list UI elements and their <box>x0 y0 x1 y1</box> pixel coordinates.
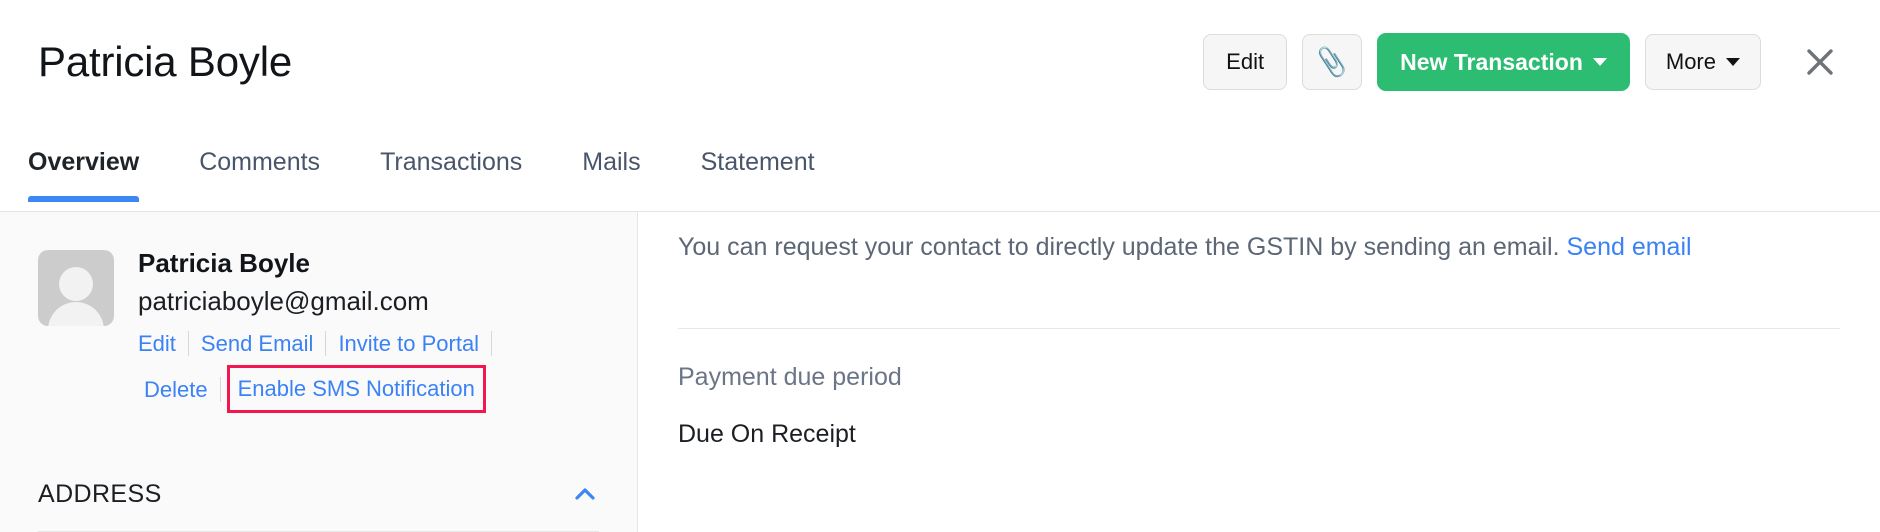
page-header: Patricia Boyle Edit 📎 New Transaction Mo… <box>0 0 1880 124</box>
address-collapse-toggle[interactable] <box>571 481 599 509</box>
contact-actions-row-1: Edit Send Email Invite to Portal <box>138 327 493 360</box>
link-separator <box>491 331 493 357</box>
page-body: Patricia Boyle patriciaboyle@gmail.com E… <box>0 212 1880 532</box>
tab-statement[interactable]: Statement <box>701 124 815 199</box>
tab-comments[interactable]: Comments <box>199 124 320 199</box>
link-enable-sms-notification[interactable]: Enable SMS Notification <box>238 372 475 405</box>
avatar-head-shape <box>59 267 93 301</box>
paperclip-icon: 📎 <box>1313 44 1351 80</box>
tab-bar: Overview Comments Transactions Mails Sta… <box>0 124 1880 212</box>
more-button-label: More <box>1665 49 1716 74</box>
tab-overview-label: Overview <box>28 148 140 176</box>
new-transaction-label: New Transaction <box>1400 48 1583 75</box>
header-actions: Edit 📎 New Transaction More <box>1203 33 1842 91</box>
tab-mails-label: Mails <box>582 148 641 176</box>
tab-mails[interactable]: Mails <box>582 124 640 199</box>
link-invite-to-portal[interactable]: Invite to Portal <box>326 327 491 360</box>
enable-sms-notification-highlight: Enable SMS Notification <box>226 365 486 414</box>
contact-actions-row-2: Delete Enable SMS Notification <box>138 365 492 414</box>
tab-statement-label: Statement <box>700 148 815 176</box>
payment-due-period-value: Due On Receipt <box>678 420 856 448</box>
attachment-button[interactable]: 📎 <box>1302 34 1363 90</box>
more-button[interactable]: More <box>1644 34 1761 90</box>
contact-sidebar: Patricia Boyle patriciaboyle@gmail.com E… <box>0 212 638 532</box>
contact-details-panel: You can request your contact to directly… <box>638 212 1880 532</box>
tab-transactions-label: Transactions <box>380 148 523 176</box>
edit-button-label: Edit <box>1226 49 1265 74</box>
tab-overview[interactable]: Overview <box>28 124 140 202</box>
contact-info: Patricia Boyle patriciaboyle@gmail.com E… <box>138 244 493 414</box>
chevron-down-icon <box>1592 58 1607 66</box>
edit-button[interactable]: Edit <box>1203 34 1288 90</box>
tab-comments-label: Comments <box>199 148 321 176</box>
address-section: ADDRESS <box>0 480 637 532</box>
link-separator <box>219 376 221 402</box>
contact-card: Patricia Boyle patriciaboyle@gmail.com E… <box>0 212 637 414</box>
avatar-body-shape <box>48 302 104 326</box>
new-transaction-button[interactable]: New Transaction <box>1377 33 1630 91</box>
close-button[interactable] <box>1798 40 1842 84</box>
payment-due-period-label: Payment due period <box>678 363 902 391</box>
link-send-email[interactable]: Send Email <box>189 327 326 360</box>
page-title: Patricia Boyle <box>38 38 292 85</box>
payment-due-period-field: Payment due period Due On Receipt <box>678 360 902 452</box>
section-divider <box>678 328 1840 329</box>
contact-detail-page: Patricia Boyle Edit 📎 New Transaction Mo… <box>0 0 1880 532</box>
contact-name: Patricia Boyle <box>138 248 310 278</box>
address-section-label: ADDRESS <box>38 480 162 508</box>
address-section-header[interactable]: ADDRESS <box>38 480 599 532</box>
close-icon <box>1807 49 1833 75</box>
gstin-note-text: You can request your contact to directly… <box>678 233 1560 261</box>
avatar <box>38 250 114 326</box>
chevron-down-icon <box>1726 58 1740 66</box>
tab-transactions[interactable]: Transactions <box>380 124 522 199</box>
chevron-up-icon <box>575 487 595 500</box>
gstin-send-email-link[interactable]: Send email <box>1566 233 1691 261</box>
gstin-note: You can request your contact to directly… <box>678 230 1840 265</box>
contact-email: patriciaboyle@gmail.com <box>138 286 429 317</box>
link-delete[interactable]: Delete <box>144 373 220 406</box>
link-edit[interactable]: Edit <box>138 327 188 360</box>
